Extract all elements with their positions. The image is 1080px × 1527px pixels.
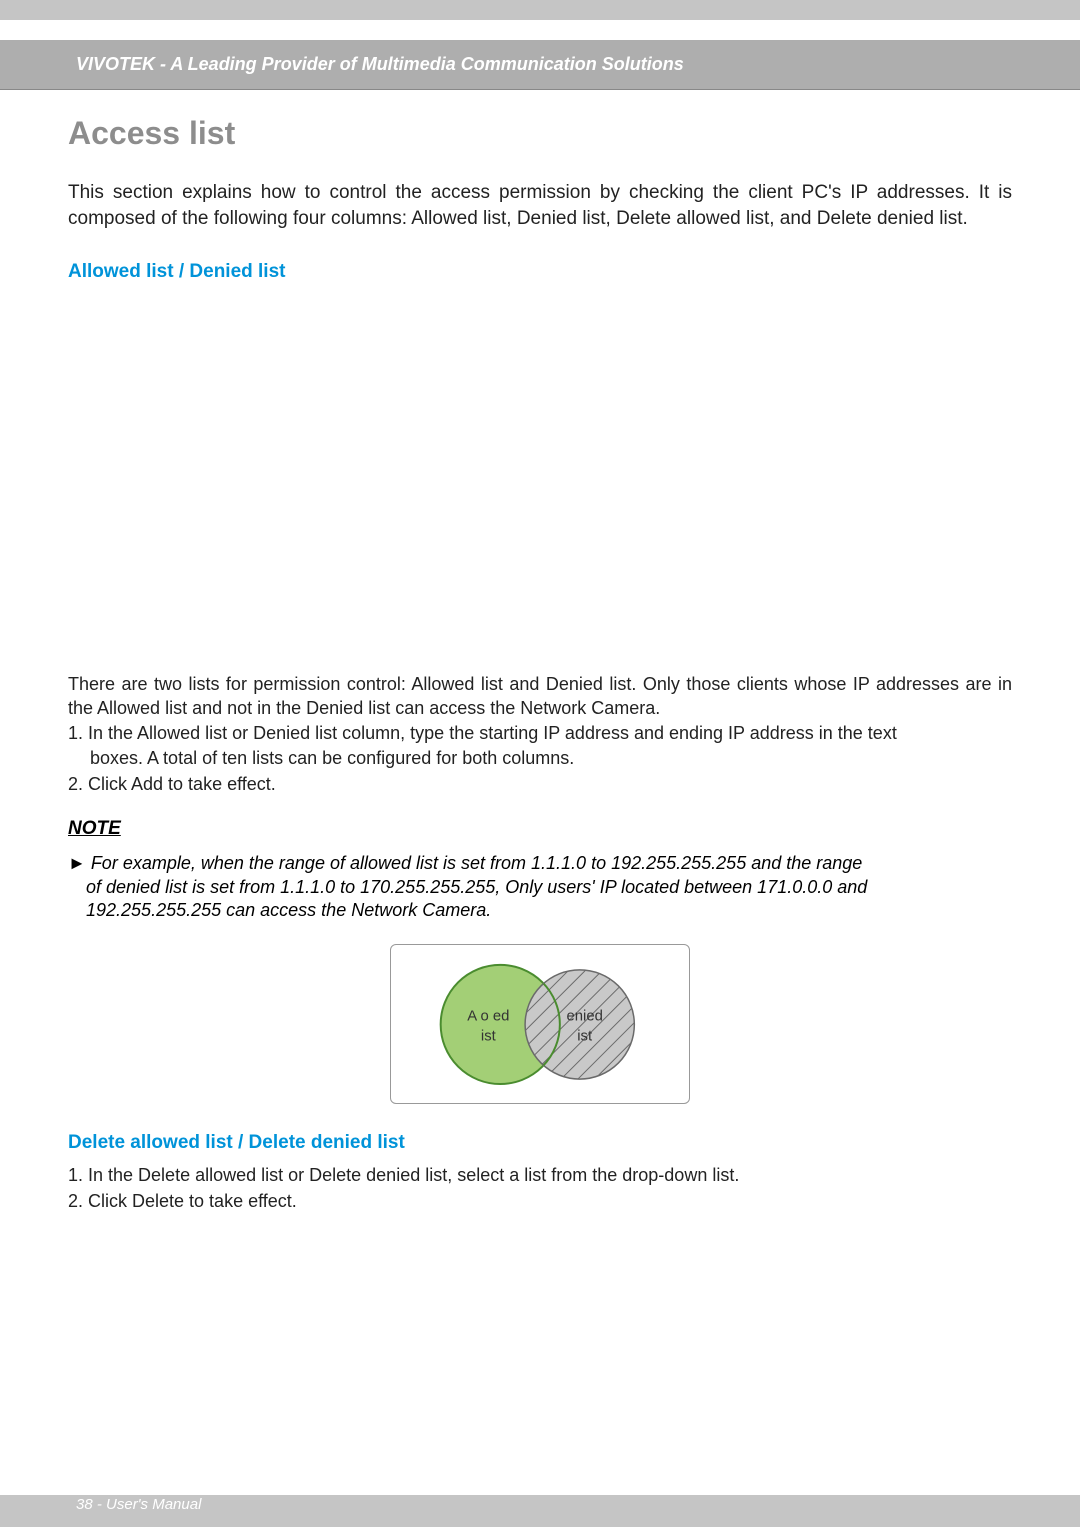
denied-label-1: enied [566,1009,602,1025]
venn-svg: A o ed ist enied ist [391,945,689,1104]
note-line1: ► For example, when the range of allowed… [68,852,1012,875]
content-area: Access list This section explains how to… [68,115,1012,1213]
section1-paragraph: There are two lists for permission contr… [68,673,1012,720]
note-line2: of denied list is set from 1.1.1.0 to 17… [68,876,1012,899]
header-brand-text: VIVOTEK - A Leading Provider of Multimed… [76,54,684,75]
allowed-label-1: A o ed [467,1009,509,1025]
footer-text: 38 - User's Manual [76,1496,201,1513]
page-title: Access list [68,115,1012,152]
intro-paragraph: This section explains how to control the… [68,180,1012,231]
venn-diagram-wrap: A o ed ist enied ist [68,944,1012,1104]
denied-label-2: ist [577,1029,593,1045]
section2-step2: 2. Click Delete to take effect. [68,1190,1012,1213]
note-heading: NOTE [68,818,1012,840]
venn-diagram-box: A o ed ist enied ist [390,944,690,1104]
screenshot-placeholder [68,293,1012,673]
section1-step1-line1: 1. In the Allowed list or Denied list co… [68,722,1012,745]
note-line3: 192.255.255.255 can access the Network C… [68,899,1012,922]
header-bar: VIVOTEK - A Leading Provider of Multimed… [0,40,1080,90]
section-allowed-denied-heading: Allowed list / Denied list [68,261,1012,283]
document-page: VIVOTEK - A Leading Provider of Multimed… [0,0,1080,1527]
section1-step1-line2: boxes. A total of ten lists can be confi… [68,747,1012,770]
section2-step1: 1. In the Delete allowed list or Delete … [68,1164,1012,1187]
section1-step2: 2. Click Add to take effect. [68,773,1012,796]
section-delete-heading: Delete allowed list / Delete denied list [68,1132,1012,1154]
allowed-label-2: ist [481,1029,497,1045]
